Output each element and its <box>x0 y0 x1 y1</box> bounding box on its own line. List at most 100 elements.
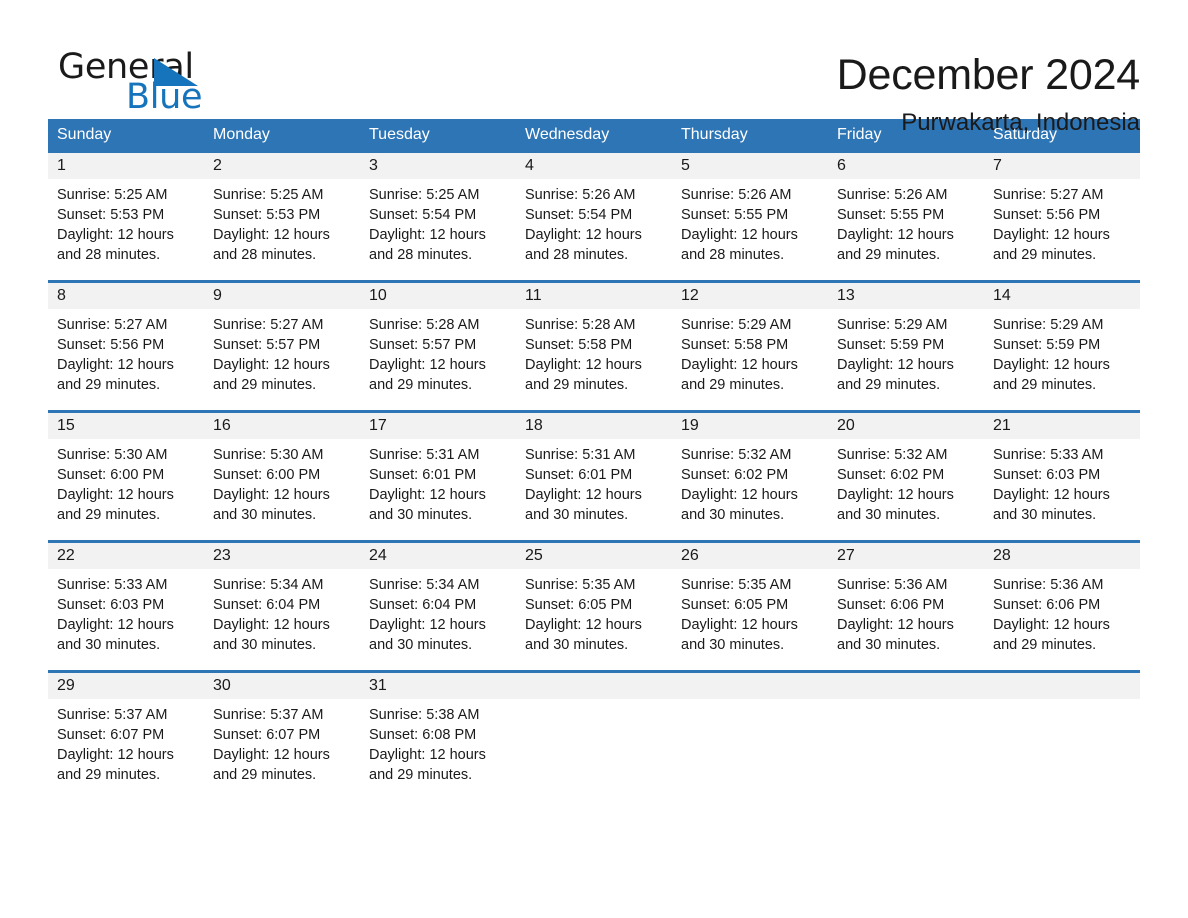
sunset-text: Sunset: 5:55 PM <box>681 207 789 223</box>
calendar-day-cell[interactable]: 30 Sunrise: 5:37 AM Sunset: 6:07 PM Dayligh… <box>204 673 360 793</box>
day-sun-info: Sunrise: 5:30 AM Sunset: 6:00 PM Daylight:… <box>204 439 360 525</box>
day-number: 6 <box>828 153 984 179</box>
calendar-day-cell[interactable]: 9 Sunrise: 5:27 AM Sunset: 5:57 PM Daylight… <box>204 283 360 403</box>
general-blue-logo[interactable]: General Blue <box>48 48 308 120</box>
calendar-day-cell[interactable]: 25 Sunrise: 5:35 AM Sunset: 6:05 PM Dayligh… <box>516 543 672 663</box>
daylight-text-line1: Daylight: 12 hours <box>993 357 1110 373</box>
daylight-text-line1: Daylight: 12 hours <box>681 487 798 503</box>
calendar-day-cell[interactable]: 16 Sunrise: 5:30 AM Sunset: 6:00 PM Dayligh… <box>204 413 360 533</box>
day-number: 21 <box>984 413 1140 439</box>
day-sun-info: Sunrise: 5:25 AM Sunset: 5:54 PM Daylight:… <box>360 179 516 265</box>
weekday-header-wednesday: Wednesday <box>525 126 610 143</box>
sunrise-text: Sunrise: 5:31 AM <box>525 447 636 463</box>
day-number: 9 <box>204 283 360 309</box>
day-sun-info: Sunrise: 5:35 AM Sunset: 6:05 PM Daylight:… <box>672 569 828 655</box>
day-number: 1 <box>48 153 204 179</box>
calendar-day-cell[interactable]: 2 Sunrise: 5:25 AM Sunset: 5:53 PM Daylight… <box>204 153 360 273</box>
calendar-day-cell[interactable]: 22 Sunrise: 5:33 AM Sunset: 6:03 PM Dayligh… <box>48 543 204 663</box>
day-sun-info: Sunrise: 5:32 AM Sunset: 6:02 PM Daylight:… <box>828 439 984 525</box>
sunset-text: Sunset: 5:58 PM <box>525 337 633 353</box>
calendar-day-cell[interactable]: 17 Sunrise: 5:31 AM Sunset: 6:01 PM Dayligh… <box>360 413 516 533</box>
day-number: 15 <box>48 413 204 439</box>
daylight-text-line1: Daylight: 12 hours <box>837 487 954 503</box>
day-sun-info: Sunrise: 5:29 AM Sunset: 5:58 PM Daylight:… <box>672 309 828 395</box>
sunrise-text: Sunrise: 5:37 AM <box>213 707 324 723</box>
day-sun-info: Sunrise: 5:25 AM Sunset: 5:53 PM Daylight:… <box>204 179 360 265</box>
weekday-header-row: Sunday Monday Tuesday Wednesday Thursday… <box>48 119 1140 150</box>
sunset-text: Sunset: 6:02 PM <box>837 467 945 483</box>
day-number: 17 <box>360 413 516 439</box>
daylight-text-line1: Daylight: 12 hours <box>681 227 798 243</box>
day-number: 25 <box>516 543 672 569</box>
calendar-day-cell[interactable]: 4 Sunrise: 5:26 AM Sunset: 5:54 PM Daylight… <box>516 153 672 273</box>
calendar-day-cell-empty <box>516 673 672 793</box>
day-number: 2 <box>204 153 360 179</box>
daylight-text-line1: Daylight: 12 hours <box>57 227 174 243</box>
day-number <box>516 673 672 699</box>
calendar-day-cell[interactable]: 13 Sunrise: 5:29 AM Sunset: 5:59 PM Dayligh… <box>828 283 984 403</box>
day-sun-info: Sunrise: 5:34 AM Sunset: 6:04 PM Daylight:… <box>204 569 360 655</box>
daylight-text-line2: and 29 minutes. <box>993 637 1097 653</box>
daylight-text-line2: and 30 minutes. <box>681 637 785 653</box>
day-number <box>672 673 828 699</box>
calendar-day-cell[interactable]: 6 Sunrise: 5:26 AM Sunset: 5:55 PM Daylight… <box>828 153 984 273</box>
daylight-text-line2: and 30 minutes. <box>57 637 161 653</box>
day-sun-info: Sunrise: 5:28 AM Sunset: 5:58 PM Daylight:… <box>516 309 672 395</box>
daylight-text-line2: and 29 minutes. <box>681 377 785 393</box>
sunrise-text: Sunrise: 5:31 AM <box>369 447 480 463</box>
calendar-week-grid: 15 Sunrise: 5:30 AM Sunset: 6:00 PM Dayligh… <box>48 413 1140 533</box>
calendar-week-row: 29 Sunrise: 5:37 AM Sunset: 6:07 PM Dayligh… <box>48 670 1140 793</box>
calendar-day-cell[interactable]: 19 Sunrise: 5:32 AM Sunset: 6:02 PM Dayligh… <box>672 413 828 533</box>
calendar-day-cell[interactable]: 7 Sunrise: 5:27 AM Sunset: 5:56 PM Daylight… <box>984 153 1140 273</box>
calendar-day-cell[interactable]: 11 Sunrise: 5:28 AM Sunset: 5:58 PM Dayligh… <box>516 283 672 403</box>
sunrise-text: Sunrise: 5:35 AM <box>525 577 636 593</box>
sunset-text: Sunset: 5:53 PM <box>213 207 321 223</box>
day-sun-info: Sunrise: 5:34 AM Sunset: 6:04 PM Daylight:… <box>360 569 516 655</box>
daylight-text-line1: Daylight: 12 hours <box>837 227 954 243</box>
sunset-text: Sunset: 6:03 PM <box>57 597 165 613</box>
day-number: 27 <box>828 543 984 569</box>
calendar-day-cell[interactable]: 18 Sunrise: 5:31 AM Sunset: 6:01 PM Dayligh… <box>516 413 672 533</box>
day-sun-info: Sunrise: 5:26 AM Sunset: 5:54 PM Daylight:… <box>516 179 672 265</box>
day-number: 18 <box>516 413 672 439</box>
calendar-day-cell[interactable]: 27 Sunrise: 5:36 AM Sunset: 6:06 PM Dayligh… <box>828 543 984 663</box>
calendar-day-cell-empty <box>672 673 828 793</box>
daylight-text-line1: Daylight: 12 hours <box>57 747 174 763</box>
daylight-text-line1: Daylight: 12 hours <box>993 487 1110 503</box>
daylight-text-line2: and 29 minutes. <box>57 507 161 523</box>
calendar-day-cell[interactable]: 28 Sunrise: 5:36 AM Sunset: 6:06 PM Dayligh… <box>984 543 1140 663</box>
daylight-text-line2: and 30 minutes. <box>213 637 317 653</box>
sunset-text: Sunset: 6:00 PM <box>57 467 165 483</box>
calendar-day-cell[interactable]: 31 Sunrise: 5:38 AM Sunset: 6:08 PM Dayligh… <box>360 673 516 793</box>
daylight-text-line1: Daylight: 12 hours <box>213 487 330 503</box>
sunset-text: Sunset: 5:59 PM <box>837 337 945 353</box>
daylight-text-line1: Daylight: 12 hours <box>837 617 954 633</box>
daylight-text-line2: and 29 minutes. <box>837 247 941 263</box>
sunrise-text: Sunrise: 5:33 AM <box>993 447 1104 463</box>
calendar-day-cell[interactable]: 5 Sunrise: 5:26 AM Sunset: 5:55 PM Daylight… <box>672 153 828 273</box>
calendar-day-cell[interactable]: 8 Sunrise: 5:27 AM Sunset: 5:56 PM Daylight… <box>48 283 204 403</box>
sunrise-text: Sunrise: 5:37 AM <box>57 707 168 723</box>
calendar-day-cell[interactable]: 12 Sunrise: 5:29 AM Sunset: 5:58 PM Dayligh… <box>672 283 828 403</box>
calendar-day-cell[interactable]: 23 Sunrise: 5:34 AM Sunset: 6:04 PM Dayligh… <box>204 543 360 663</box>
calendar-day-cell[interactable]: 10 Sunrise: 5:28 AM Sunset: 5:57 PM Dayligh… <box>360 283 516 403</box>
daylight-text-line2: and 30 minutes. <box>525 507 629 523</box>
calendar-day-cell[interactable]: 26 Sunrise: 5:35 AM Sunset: 6:05 PM Dayligh… <box>672 543 828 663</box>
sunrise-text: Sunrise: 5:38 AM <box>369 707 480 723</box>
calendar-day-cell[interactable]: 21 Sunrise: 5:33 AM Sunset: 6:03 PM Dayligh… <box>984 413 1140 533</box>
sunset-text: Sunset: 6:00 PM <box>213 467 321 483</box>
sunrise-text: Sunrise: 5:26 AM <box>681 187 792 203</box>
calendar-day-cell[interactable]: 3 Sunrise: 5:25 AM Sunset: 5:54 PM Daylight… <box>360 153 516 273</box>
day-sun-info: Sunrise: 5:28 AM Sunset: 5:57 PM Daylight:… <box>360 309 516 395</box>
sunset-text: Sunset: 6:07 PM <box>57 727 165 743</box>
daylight-text-line1: Daylight: 12 hours <box>681 617 798 633</box>
daylight-text-line2: and 29 minutes. <box>57 767 161 783</box>
day-sun-info: Sunrise: 5:29 AM Sunset: 5:59 PM Daylight:… <box>984 309 1140 395</box>
calendar-day-cell[interactable]: 1 Sunrise: 5:25 AM Sunset: 5:53 PM Daylight… <box>48 153 204 273</box>
calendar-day-cell[interactable]: 29 Sunrise: 5:37 AM Sunset: 6:07 PM Dayligh… <box>48 673 204 793</box>
calendar-day-cell[interactable]: 24 Sunrise: 5:34 AM Sunset: 6:04 PM Dayligh… <box>360 543 516 663</box>
sunrise-text: Sunrise: 5:27 AM <box>213 317 324 333</box>
calendar-day-cell[interactable]: 20 Sunrise: 5:32 AM Sunset: 6:02 PM Dayligh… <box>828 413 984 533</box>
calendar-day-cell[interactable]: 15 Sunrise: 5:30 AM Sunset: 6:00 PM Dayligh… <box>48 413 204 533</box>
calendar-day-cell[interactable]: 14 Sunrise: 5:29 AM Sunset: 5:59 PM Dayligh… <box>984 283 1140 403</box>
